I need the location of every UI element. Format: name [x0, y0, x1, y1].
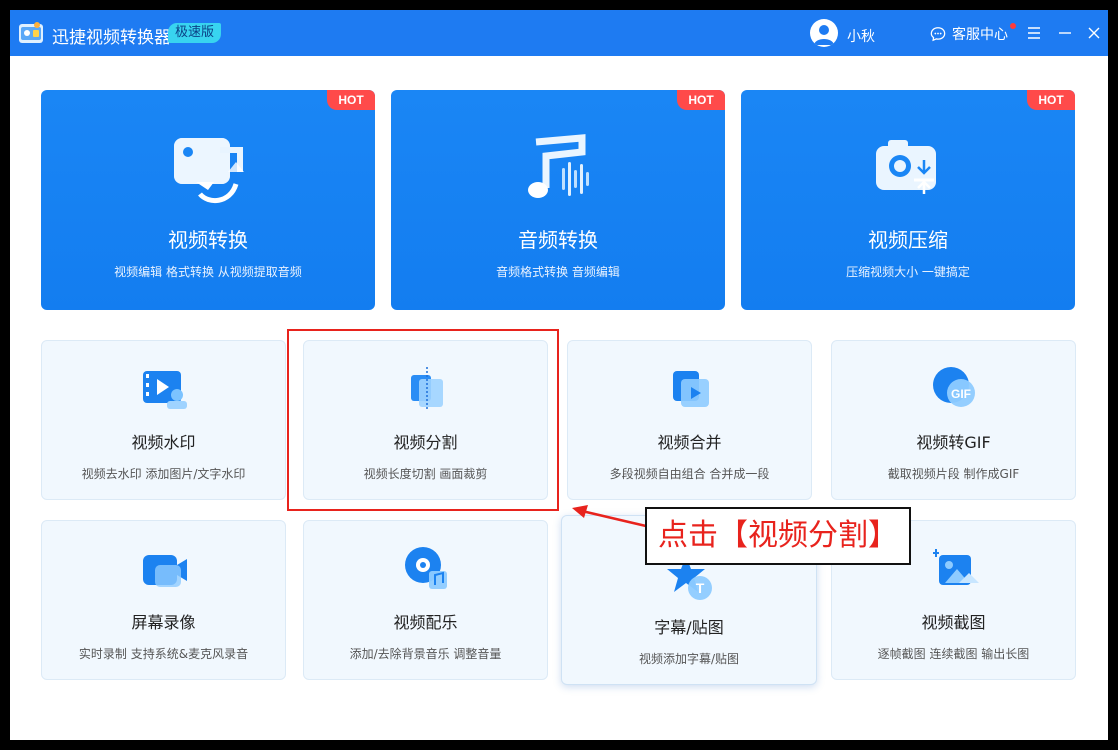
chat-bubble-icon — [930, 27, 946, 42]
hot-badge: HOT — [327, 90, 375, 110]
close-icon[interactable] — [1085, 24, 1103, 42]
audio-convert-card[interactable]: HOT 音频转换 音频格式转换 音频编辑 — [391, 90, 725, 310]
hot-badge: HOT — [677, 90, 725, 110]
video-convert-title: 视频转换 — [168, 228, 248, 252]
video-to-gif-subtitle: 截取视频片段 制作成GIF — [887, 467, 1020, 481]
annotation-arrow-icon — [572, 505, 647, 528]
app-title: 迅捷视频转换器 — [52, 28, 171, 48]
video-music-subtitle: 添加/去除背景音乐 调整音量 — [349, 647, 502, 661]
app-logo-icon — [19, 22, 43, 43]
merge-play-icon — [673, 371, 709, 407]
video-watermark-subtitle: 视频去水印 添加图片/文字水印 — [81, 467, 246, 481]
video-compress-title: 视频压缩 — [868, 228, 948, 252]
menu-icon[interactable] — [1025, 24, 1043, 42]
screen-record-subtitle: 实时录制 支持系统&麦克风录音 — [78, 647, 249, 661]
image-capture-icon — [933, 549, 979, 585]
video-screenshot-subtitle: 逐帧截图 连续截图 输出长图 — [877, 647, 1030, 661]
text-icon-letter: T — [696, 580, 705, 596]
video-split-card[interactable]: 视频分割 视频长度切割 画面裁剪 — [303, 340, 548, 500]
app-window: 迅捷视频转换器 极速版 小秋 客服中心 HOT 视频转换 视频编辑 格式转换 从… — [10, 10, 1108, 740]
user-name[interactable]: 小秋 — [847, 26, 875, 46]
video-merge-subtitle: 多段视频自由组合 合并成一段 — [609, 467, 770, 481]
user-icon — [814, 25, 834, 45]
film-watermark-icon — [143, 371, 187, 409]
title-bar: 迅捷视频转换器 极速版 小秋 客服中心 — [10, 10, 1108, 56]
edition-badge: 极速版 — [168, 23, 222, 43]
subtitle-sticker-title: 字幕/贴图 — [654, 618, 724, 637]
video-merge-title: 视频合并 — [657, 433, 722, 452]
video-convert-icon — [174, 138, 244, 204]
camcorder-icon — [143, 555, 187, 587]
notification-dot — [1010, 23, 1016, 29]
video-merge-card[interactable]: 视频合并 多段视频自由组合 合并成一段 — [567, 340, 812, 500]
minimize-icon[interactable] — [1056, 24, 1074, 42]
screen-record-title: 屏幕录像 — [131, 613, 196, 632]
video-split-subtitle: 视频长度切割 画面裁剪 — [363, 467, 488, 481]
disc-music-icon — [405, 547, 447, 589]
customer-service-button[interactable]: 客服中心 — [930, 24, 1008, 44]
video-watermark-card[interactable]: 视频水印 视频去水印 添加图片/文字水印 — [41, 340, 286, 500]
subtitle-sticker-subtitle: 视频添加字幕/贴图 — [638, 652, 740, 666]
screen-record-card[interactable]: 屏幕录像 实时录制 支持系统&麦克风录音 — [41, 520, 286, 680]
hot-badge: HOT — [1027, 90, 1075, 110]
split-icon — [411, 367, 443, 411]
video-to-gif-card[interactable]: GIF 视频转GIF 截取视频片段 制作成GIF — [831, 340, 1076, 500]
video-screenshot-title: 视频截图 — [921, 613, 986, 632]
video-convert-card[interactable]: HOT 视频转换 视频编辑 格式转换 从视频提取音频 — [41, 90, 375, 310]
avatar[interactable] — [810, 19, 838, 47]
gif-icon-text: GIF — [951, 387, 971, 401]
video-watermark-title: 视频水印 — [131, 433, 196, 452]
video-to-gif-title: 视频转GIF — [916, 433, 991, 452]
video-music-title: 视频配乐 — [393, 613, 458, 632]
music-note-icon — [528, 134, 589, 198]
audio-convert-title: 音频转换 — [518, 228, 598, 252]
video-split-title: 视频分割 — [393, 433, 458, 452]
gif-icon: GIF — [933, 367, 975, 407]
video-convert-subtitle: 视频编辑 格式转换 从视频提取音频 — [114, 265, 302, 279]
video-compress-subtitle: 压缩视频大小 一键搞定 — [846, 265, 970, 279]
audio-convert-subtitle: 音频格式转换 音频编辑 — [496, 265, 620, 279]
annotation-callout: 点击【视频分割】 — [645, 507, 911, 565]
customer-service-label: 客服中心 — [952, 27, 1008, 43]
camera-compress-icon — [876, 140, 936, 194]
video-music-card[interactable]: 视频配乐 添加/去除背景音乐 调整音量 — [303, 520, 548, 680]
video-compress-card[interactable]: HOT 视频压缩 压缩视频大小 一键搞定 — [741, 90, 1075, 310]
